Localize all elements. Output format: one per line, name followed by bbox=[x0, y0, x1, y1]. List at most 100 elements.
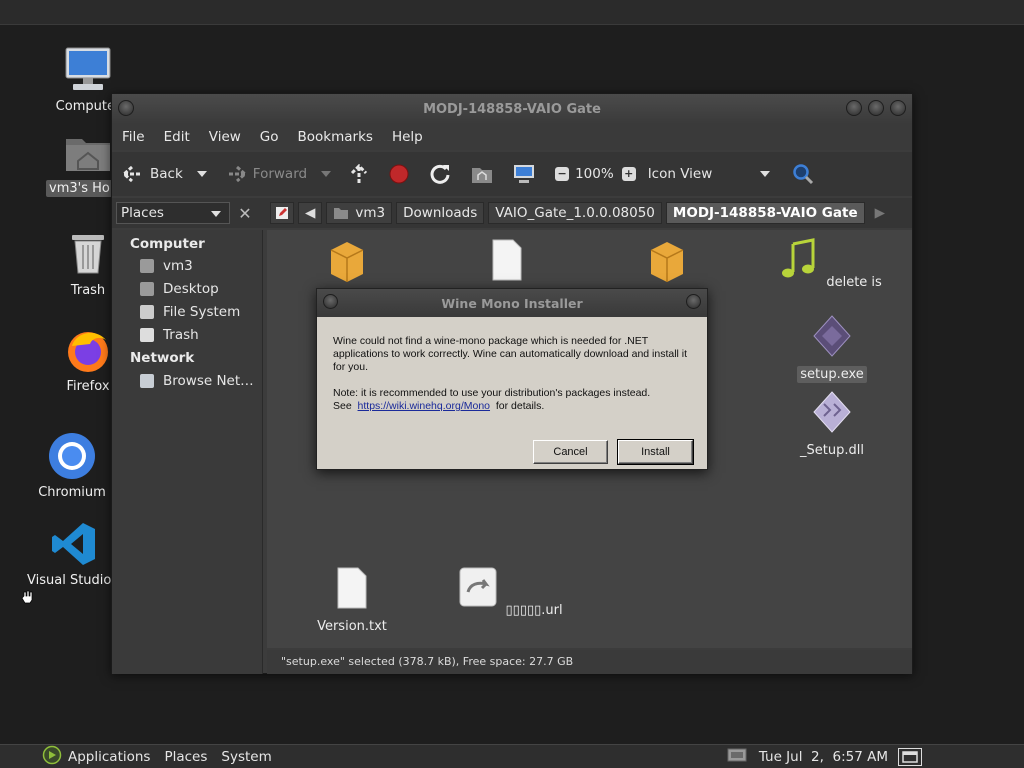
menu-go[interactable]: Go bbox=[260, 129, 289, 145]
zoom-out-button[interactable]: − bbox=[555, 167, 570, 181]
dialog-title: Wine Mono Installer bbox=[441, 295, 583, 311]
file-item-url[interactable]: ▯▯▯▯▯.url bbox=[457, 566, 567, 619]
cancel-button[interactable]: Cancel bbox=[533, 440, 608, 464]
view-mode-dropdown[interactable] bbox=[760, 171, 771, 177]
top-panel bbox=[0, 0, 1024, 25]
wine-mono-link[interactable]: https://wiki.winehq.org/Mono bbox=[358, 400, 490, 412]
edit-location-button[interactable] bbox=[270, 202, 294, 224]
toolbar: Back Forward − 100% + Icon View bbox=[112, 152, 912, 196]
desktop-icon-vscode[interactable]: Visual Studio Code bbox=[24, 518, 124, 589]
chevron-down-icon bbox=[211, 211, 221, 217]
up-button[interactable] bbox=[349, 164, 375, 184]
menu-edit[interactable]: Edit bbox=[164, 129, 200, 145]
sidebar-item-trash[interactable]: Trash bbox=[140, 327, 199, 343]
home-folder-icon bbox=[140, 259, 154, 273]
zoom-in-button[interactable]: + bbox=[621, 167, 636, 181]
file-item-setup-exe[interactable]: setup.exe bbox=[777, 314, 887, 383]
library-icon bbox=[813, 391, 851, 433]
file-item[interactable] bbox=[297, 238, 407, 290]
hand-cursor-icon bbox=[20, 590, 34, 604]
applications-menu[interactable]: Applications bbox=[68, 749, 150, 765]
window-titlebar[interactable]: MODJ-148858-VAIO Gate bbox=[112, 94, 912, 124]
menu-help[interactable]: Help bbox=[392, 129, 433, 145]
wine-mono-dialog: Wine Mono Installer Wine could not find … bbox=[316, 288, 708, 470]
breadcrumb-vm3[interactable]: vm3 bbox=[326, 202, 393, 224]
back-history-dropdown[interactable] bbox=[196, 171, 207, 177]
dialog-message: Wine could not find a wine-mono package … bbox=[333, 335, 693, 426]
back-button[interactable]: Back bbox=[122, 165, 183, 183]
places-sidebar: Computer vm3 Desktop File System Trash N… bbox=[112, 230, 263, 674]
file-item[interactable] bbox=[617, 238, 727, 290]
places-menu[interactable]: Places bbox=[164, 749, 207, 765]
places-selector[interactable]: Places bbox=[116, 202, 230, 224]
dialog-titlebar[interactable]: Wine Mono Installer bbox=[317, 289, 707, 317]
home-folder-icon bbox=[62, 126, 114, 178]
dialog-menu-button[interactable] bbox=[323, 294, 338, 309]
home-folder-icon bbox=[334, 208, 349, 219]
window-menu-button[interactable] bbox=[118, 100, 134, 116]
sidebar-item-browse-network[interactable]: Browse Net… bbox=[140, 373, 254, 389]
menu-view[interactable]: View bbox=[209, 129, 251, 145]
sidebar-item-desktop[interactable]: Desktop bbox=[140, 281, 219, 297]
menu-bookmarks[interactable]: Bookmarks bbox=[298, 129, 383, 145]
breadcrumb-current-folder[interactable]: MODJ-148858-VAIO Gate bbox=[665, 202, 865, 224]
document-icon bbox=[492, 239, 522, 281]
sidebar-heading-network: Network bbox=[130, 350, 195, 366]
forward-history-dropdown[interactable] bbox=[321, 171, 332, 177]
system-menu[interactable]: System bbox=[221, 749, 271, 765]
desktop-icon-chromium[interactable]: Chromium bbox=[22, 430, 122, 501]
dialog-note: Note: it is recommended to use your dist… bbox=[333, 387, 651, 412]
sidebar-item-vm3[interactable]: vm3 bbox=[140, 258, 193, 274]
package-icon bbox=[330, 242, 364, 282]
executable-icon bbox=[813, 315, 851, 357]
computer-button[interactable] bbox=[513, 164, 541, 184]
file-item-version-txt[interactable]: Version.txt bbox=[297, 566, 407, 635]
bottom-panel: Applications Places System Tue Jul 2, 6:… bbox=[0, 744, 1024, 768]
applications-menu-icon bbox=[42, 745, 62, 768]
network-icon bbox=[140, 374, 154, 388]
breadcrumb-vaio-gate-version[interactable]: VAIO_Gate_1.0.0.08050 bbox=[488, 202, 662, 224]
trash-icon bbox=[62, 228, 114, 280]
maximize-button[interactable] bbox=[868, 100, 884, 116]
breadcrumb-right-arrow[interactable]: ▶ bbox=[869, 202, 891, 224]
window-title: MODJ-148858-VAIO Gate bbox=[423, 101, 601, 117]
vscode-icon bbox=[48, 518, 100, 570]
view-mode-select[interactable]: Icon View bbox=[648, 166, 713, 182]
chromium-icon bbox=[46, 430, 98, 482]
sidebar-item-file-system[interactable]: File System bbox=[140, 304, 240, 320]
file-item[interactable] bbox=[457, 238, 567, 290]
location-bar: Places ✕ ◀ vm3 Downloads VAIO_Gate_1.0.0… bbox=[112, 198, 912, 228]
forward-arrow-icon bbox=[226, 165, 247, 183]
close-button[interactable] bbox=[890, 100, 906, 116]
forward-button[interactable]: Forward bbox=[225, 165, 307, 183]
menu-file[interactable]: File bbox=[122, 129, 155, 145]
file-item-setup-dll[interactable]: _Setup.dll bbox=[777, 390, 887, 459]
audio-file-icon bbox=[782, 238, 815, 278]
desktop-folder-icon bbox=[140, 282, 154, 296]
pencil-icon bbox=[276, 207, 288, 219]
search-button[interactable] bbox=[792, 163, 820, 185]
reload-button[interactable] bbox=[429, 163, 457, 185]
install-button[interactable]: Install bbox=[617, 439, 694, 465]
link-file-icon bbox=[459, 567, 497, 607]
breadcrumb-left-arrow[interactable]: ◀ bbox=[298, 202, 323, 224]
reload-icon bbox=[430, 164, 450, 184]
text-file-icon bbox=[337, 567, 367, 609]
breadcrumb-downloads[interactable]: Downloads bbox=[396, 202, 485, 224]
home-icon bbox=[472, 168, 493, 183]
stop-icon bbox=[389, 164, 409, 184]
up-arrow-icon bbox=[351, 164, 368, 183]
minimize-button[interactable] bbox=[846, 100, 862, 116]
drive-icon bbox=[140, 305, 154, 319]
file-item-delete-is[interactable]: delete is bbox=[777, 238, 887, 291]
clock[interactable]: Tue Jul 2, 6:57 AM bbox=[759, 749, 888, 765]
network-tray-icon[interactable] bbox=[727, 746, 747, 768]
show-desktop-button[interactable] bbox=[898, 748, 922, 766]
close-sidebar-button[interactable]: ✕ bbox=[234, 202, 256, 224]
package-icon bbox=[650, 242, 684, 282]
home-button[interactable] bbox=[471, 164, 499, 184]
dialog-close-button[interactable] bbox=[686, 294, 701, 309]
menubar: File Edit View Go Bookmarks Help bbox=[112, 124, 912, 150]
search-icon bbox=[793, 164, 814, 185]
stop-button[interactable] bbox=[389, 164, 415, 184]
